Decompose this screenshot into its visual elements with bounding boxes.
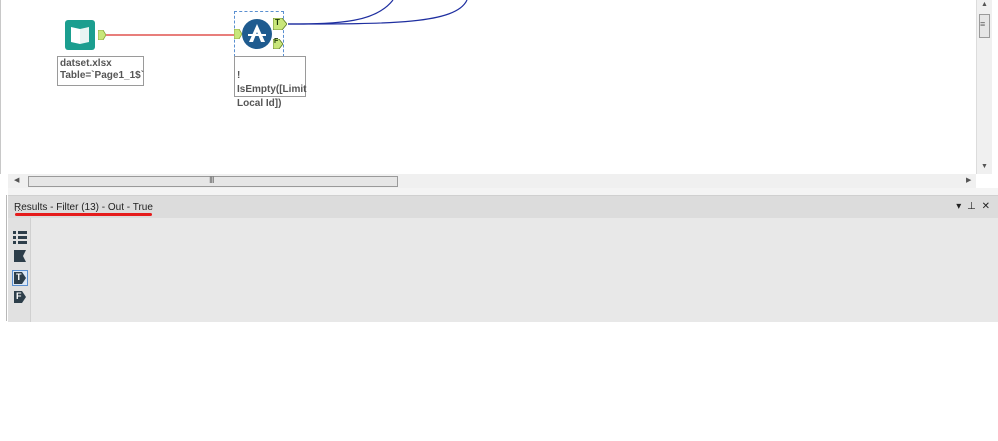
- more-glyph: ⋯: [14, 205, 23, 215]
- close-icon[interactable]: ✕: [982, 201, 990, 212]
- true-anchor-letter: T: [275, 18, 280, 27]
- flag-icon[interactable]: [13, 249, 27, 263]
- book-icon: [65, 20, 95, 50]
- left-edge-divider: [6, 195, 7, 321]
- horizontal-scrollbar[interactable]: ◀ III ▶: [8, 174, 976, 188]
- false-anchor-letter: F: [16, 291, 22, 301]
- scroll-grip-icon: III: [209, 175, 214, 185]
- pin-icon[interactable]: ⊥: [967, 201, 976, 212]
- true-anchor-button[interactable]: T: [12, 270, 28, 286]
- filter-tool[interactable]: [241, 18, 275, 52]
- results-title: Results - Filter (13) - Out - True: [14, 202, 153, 213]
- false-anchor-button[interactable]: F: [13, 290, 27, 304]
- results-sidebar: ⋯ T F: [8, 205, 31, 322]
- horizontal-scroll-thumb[interactable]: III: [28, 175, 398, 187]
- wire-filter-true-1: [287, 0, 394, 25]
- scroll-up-icon[interactable]: ▲: [981, 1, 988, 8]
- filter-icon: [242, 19, 272, 49]
- connection-wires: [104, 0, 468, 36]
- input-tool-label: datset.xlsx Table=`Page1_1$`: [57, 56, 144, 86]
- scroll-left-icon[interactable]: ◀: [14, 176, 19, 184]
- false-anchor-letter: F: [274, 38, 279, 45]
- list-icon[interactable]: [13, 230, 27, 244]
- flag-shape-icon: [14, 250, 26, 262]
- filter-tool-label: ! IsEmpty([Limit Local Id]): [234, 56, 306, 109]
- results-header: Results - Filter (13) - Out - True ▾ ⊥ ✕: [8, 196, 998, 218]
- workflow-canvas[interactable]: datset.xlsx Table=`Page1_1$` T F ! IsEmp…: [0, 0, 977, 174]
- scroll-right-icon[interactable]: ▶: [966, 176, 971, 184]
- false-output-anchor[interactable]: F: [272, 38, 284, 50]
- input-data-tool[interactable]: [63, 18, 99, 52]
- output-anchor-icon[interactable]: [98, 30, 106, 40]
- vertical-scrollbar[interactable]: ▲ ≡ ▼: [976, 0, 992, 174]
- vertical-scroll-thumb[interactable]: ≡: [979, 14, 990, 38]
- more-icon[interactable]: ⋯: [13, 205, 27, 216]
- scroll-down-icon[interactable]: ▼: [981, 163, 988, 170]
- list-view-icon: [13, 231, 27, 244]
- dropdown-icon[interactable]: ▾: [956, 201, 961, 212]
- results-pane: Results - Filter (13) - Out - True ▾ ⊥ ✕…: [8, 195, 998, 322]
- red-underline-annotation: [15, 213, 152, 216]
- true-anchor-letter: T: [16, 272, 22, 282]
- true-output-anchor[interactable]: T: [272, 17, 288, 31]
- pane-splitter[interactable]: [8, 188, 998, 195]
- scroll-grip-icon: ≡: [980, 19, 986, 29]
- results-header-buttons: ▾ ⊥ ✕: [953, 201, 990, 212]
